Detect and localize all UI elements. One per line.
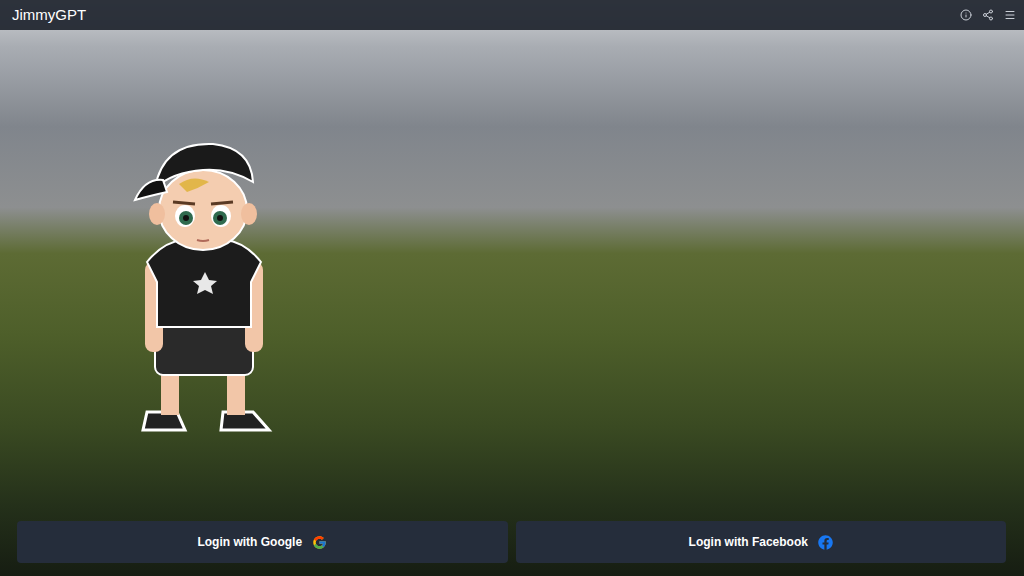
login-button[interactable]: Login with Google [17,521,508,563]
login-page: JimmyGPT Login with GoogleLogin with Face… [0,0,1024,576]
menu-icon[interactable] [1004,9,1016,21]
top-bar: JimmyGPT [0,0,1024,30]
login-button[interactable]: Login with Facebook [516,521,1007,563]
avatar-icon [133,112,275,437]
app-title: JimmyGPT [12,6,86,24]
facebook-icon [818,535,833,550]
share-icon[interactable] [982,9,994,21]
header-actions [960,9,1016,21]
background-photo [0,30,1024,521]
login-buttons: Login with GoogleLogin with Facebook [0,521,1024,576]
info-icon[interactable] [960,9,972,21]
google-icon [312,535,327,550]
avatar [133,112,275,437]
